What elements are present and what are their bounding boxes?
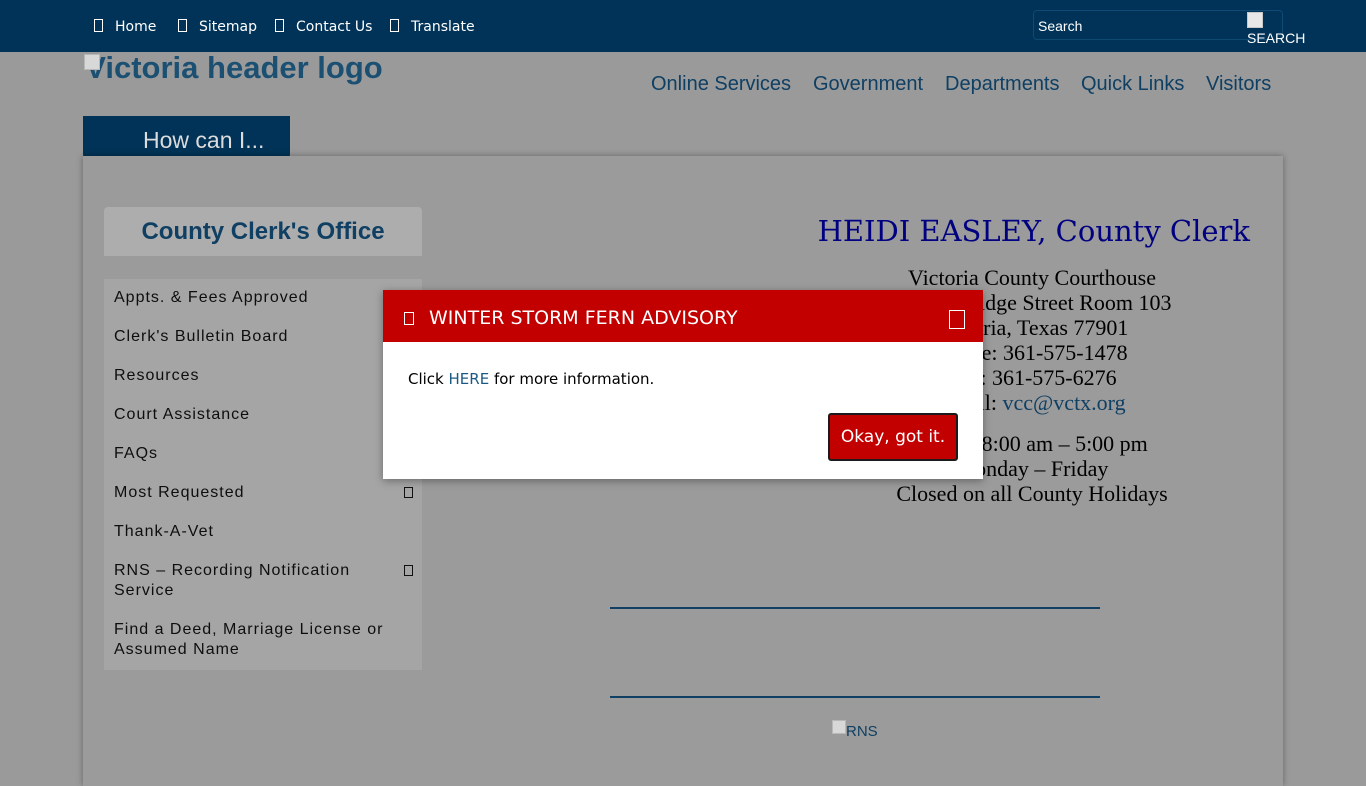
sidebar-title: County Clerk's Office xyxy=(104,207,422,256)
utility-bar: Home Sitemap Contact Us Translate SEARCH xyxy=(0,0,1366,52)
nav-departments[interactable]: Departments xyxy=(945,72,1060,96)
sidebar-item-court-assistance[interactable]: Court Assistance xyxy=(114,405,404,425)
broken-image-icon xyxy=(832,720,846,734)
divider xyxy=(610,696,1100,698)
search-icon xyxy=(1247,12,1263,28)
nav-government[interactable]: Government xyxy=(813,72,923,96)
sitemap-icon xyxy=(178,19,187,32)
modal-title: WINTER STORM FERN ADVISORY xyxy=(429,307,738,329)
sidebar-item-rns[interactable]: RNS – Recording Notification Service xyxy=(114,561,404,601)
home-icon xyxy=(94,19,103,32)
divider xyxy=(610,607,1100,609)
okay-button[interactable]: Okay, got it. xyxy=(828,413,958,461)
search-box xyxy=(1033,10,1283,40)
site-logo[interactable]: Victoria header logo xyxy=(84,52,384,116)
sidebar-item-appts-fees[interactable]: Appts. & Fees Approved xyxy=(114,288,404,308)
rns-image[interactable]: RNS xyxy=(832,720,878,744)
modal-body: Click HERE for more information. xyxy=(408,370,655,388)
email-link[interactable]: vcc@vctx.org xyxy=(1003,390,1126,415)
sidebar-item-most-requested[interactable]: Most Requested xyxy=(114,483,404,503)
modal-header: WINTER STORM FERN ADVISORY xyxy=(383,290,983,342)
translate-link[interactable]: Translate xyxy=(390,18,475,36)
address-line: Victoria County Courthouse xyxy=(908,265,1156,290)
holidays-line: Closed on all County Holidays xyxy=(896,481,1168,506)
nav-online-services[interactable]: Online Services xyxy=(651,72,791,96)
contact-us-link[interactable]: Contact Us xyxy=(275,18,372,36)
close-icon[interactable] xyxy=(949,310,965,329)
home-link[interactable]: Home xyxy=(94,18,156,36)
sidebar-item-resources[interactable]: Resources xyxy=(114,366,404,386)
nav-visitors[interactable]: Visitors xyxy=(1206,72,1271,96)
sidebar-item-faqs[interactable]: FAQs xyxy=(114,444,404,464)
search-button[interactable]: SEARCH xyxy=(1247,12,1307,48)
contact-icon xyxy=(275,19,284,32)
broken-image-icon xyxy=(84,54,100,70)
advisory-modal: WINTER STORM FERN ADVISORY Click HERE fo… xyxy=(383,290,983,479)
sidebar-item-find-a-deed[interactable]: Find a Deed, Marriage License or Assumed… xyxy=(114,620,404,660)
sitemap-link[interactable]: Sitemap xyxy=(178,18,257,36)
sidebar-menu: Appts. & Fees Approved Clerk's Bulletin … xyxy=(104,279,422,670)
clerk-title: HEIDI EASLEY, County Clerk xyxy=(817,214,1250,248)
nav-quick-links[interactable]: Quick Links xyxy=(1081,72,1184,96)
sidebar-item-thank-a-vet[interactable]: Thank-A-Vet xyxy=(114,522,404,542)
expand-icon[interactable] xyxy=(404,487,413,498)
here-link[interactable]: HERE xyxy=(449,370,490,388)
sidebar-item-bulletin-board[interactable]: Clerk's Bulletin Board xyxy=(114,327,404,347)
expand-icon[interactable] xyxy=(404,565,413,576)
search-input[interactable] xyxy=(1038,15,1238,37)
warning-icon xyxy=(404,312,414,325)
translate-icon xyxy=(390,19,399,32)
